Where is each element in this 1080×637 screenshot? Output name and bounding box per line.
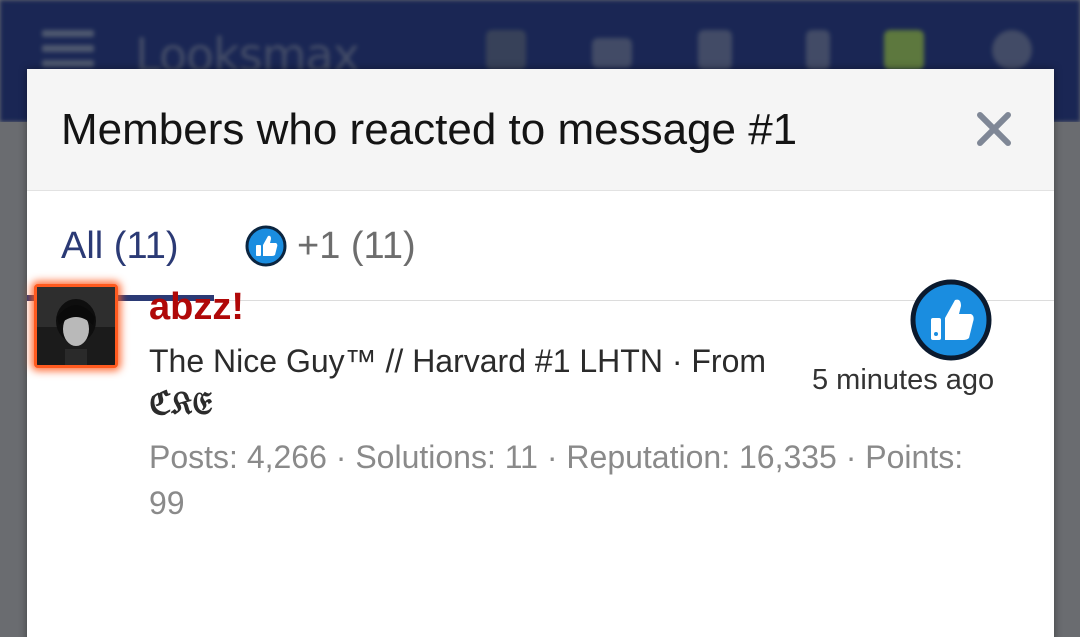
close-button[interactable] — [974, 109, 1014, 149]
tab-plus-one-label: +1 (11) — [297, 224, 416, 267]
mail-icon — [592, 38, 632, 68]
avatar[interactable] — [34, 284, 118, 368]
close-icon — [977, 112, 1011, 146]
menu-icon — [42, 30, 94, 70]
tab-all-label: All (11) — [61, 224, 179, 267]
search-icon — [992, 30, 1032, 70]
member-title-text: The Nice Guy™ // Harvard #1 LHTN · From — [149, 343, 767, 379]
member-stats: Posts: 4,266 · Solutions: 11 · Reputatio… — [149, 439, 964, 521]
reaction-timestamp: 5 minutes ago — [812, 364, 995, 396]
dialog-title: Members who reacted to message #1 — [61, 105, 798, 154]
thumbs-up-icon — [910, 279, 992, 361]
avatar-image — [37, 287, 115, 365]
bell-icon — [698, 30, 732, 70]
apps-icon — [486, 30, 526, 70]
thumbs-up-icon — [245, 225, 287, 267]
tab-plus-one[interactable]: +1 (11) — [245, 191, 416, 301]
reaction-tabs: All (11) +1 (11) — [27, 191, 1054, 301]
member-username[interactable]: abzz! — [149, 286, 244, 329]
chat-icon — [884, 30, 924, 70]
bolt-icon — [806, 30, 830, 70]
member-title-tag: ℭ𝔎𝔈 — [149, 384, 213, 422]
dialog-header: Members who reacted to message #1 — [27, 69, 1054, 191]
member-user-title: The Nice Guy™ // Harvard #1 LHTN · From … — [149, 340, 789, 424]
